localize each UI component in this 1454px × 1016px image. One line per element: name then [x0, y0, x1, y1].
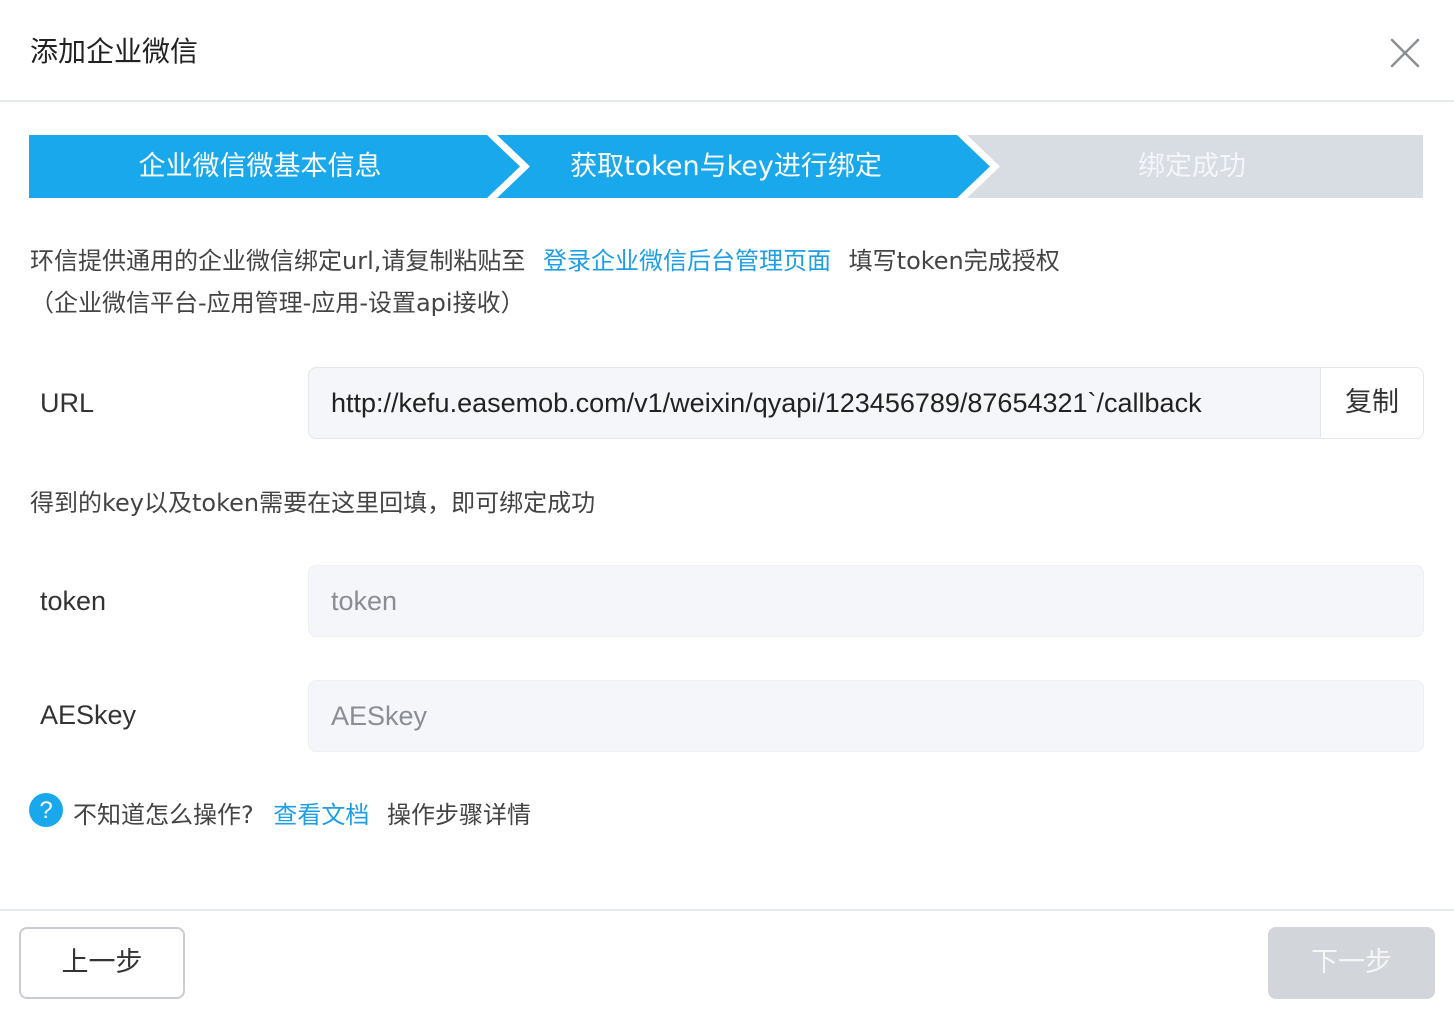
wecom-admin-login-link[interactable]: 登录企业微信后台管理页面	[543, 247, 831, 275]
dialog-footer: 上一步 下一步	[0, 909, 1454, 1016]
token-label: token	[40, 586, 107, 616]
step-progress-bar: 企业微信微基本信息 获取token与key进行绑定 绑定成功	[29, 135, 1423, 198]
help-text-after: 操作步骤详情	[387, 801, 532, 829]
view-docs-link[interactable]: 查看文档	[273, 801, 369, 829]
add-wecom-dialog: 添加企业微信 企业微信微基本信息 获取token与key进行绑定 绑定成功 环信…	[0, 0, 1454, 1016]
help-text-before: 不知道怎么操作?	[73, 801, 254, 829]
instruction-text-before: 环信提供通用的企业微信绑定url,请复制粘贴至	[30, 247, 526, 275]
svg-text:?: ?	[39, 797, 52, 824]
dialog-header: 添加企业微信	[0, 0, 1454, 102]
url-field: http://kefu.easemob.com/v1/weixin/qyapi/…	[308, 367, 1424, 439]
help-text: 不知道怎么操作? 查看文档 操作步骤详情	[73, 795, 531, 835]
previous-step-button[interactable]: 上一步	[19, 927, 185, 999]
dialog-title: 添加企业微信	[30, 35, 199, 68]
token-input[interactable]	[308, 565, 1424, 637]
aeskey-label: AESkey	[40, 700, 137, 730]
step-1-label: 企业微信微基本信息	[138, 151, 382, 182]
step-3-label: 绑定成功	[1138, 151, 1246, 182]
instruction-text: 环信提供通用的企业微信绑定url,请复制粘贴至 登录企业微信后台管理页面 填写t…	[30, 244, 1060, 278]
callback-url-value[interactable]: http://kefu.easemob.com/v1/weixin/qyapi/…	[331, 368, 1202, 438]
step-2-label: 获取token与key进行绑定	[570, 151, 882, 182]
next-step-button[interactable]: 下一步	[1268, 927, 1435, 999]
close-icon	[1390, 38, 1420, 68]
copy-button[interactable]: 复制	[1320, 368, 1423, 438]
aeskey-input[interactable]	[308, 680, 1424, 752]
instruction-path-text: （企业微信平台-应用管理-应用-设置api接收）	[30, 289, 525, 317]
instruction-text-after: 填写token完成授权	[848, 247, 1060, 275]
url-label: URL	[40, 388, 95, 418]
question-circle-icon: ?	[29, 793, 63, 827]
close-button[interactable]	[1386, 34, 1424, 72]
refill-hint-text: 得到的key以及token需要在这里回填，即可绑定成功	[30, 489, 596, 517]
